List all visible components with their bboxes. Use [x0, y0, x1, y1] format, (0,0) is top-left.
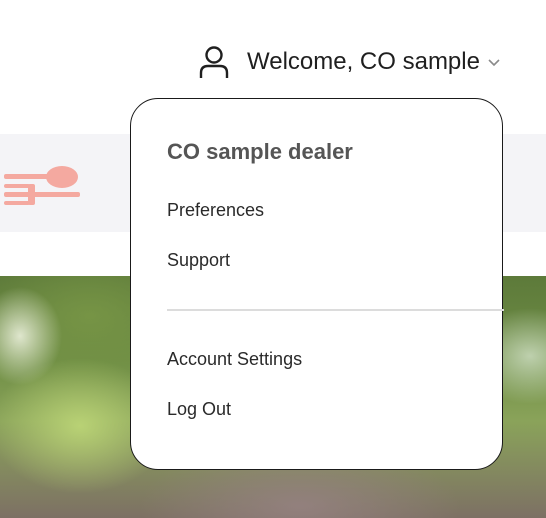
menu-divider [167, 309, 504, 311]
menu-item-support[interactable]: Support [167, 250, 230, 271]
chevron-down-icon[interactable] [486, 54, 502, 70]
user-icon [199, 46, 229, 78]
welcome-text: Welcome, CO sample [247, 48, 480, 75]
user-dropdown-menu: CO sample dealer Preferences Support Acc… [130, 98, 504, 470]
dealer-name: CO sample dealer [167, 139, 353, 164]
menu-item-log-out[interactable]: Log Out [167, 399, 231, 420]
menu-item-preferences[interactable]: Preferences [167, 200, 264, 221]
utensils-logo-icon[interactable] [4, 164, 84, 210]
user-menu-button[interactable]: Welcome, CO sample [198, 40, 500, 84]
menu-item-account-settings[interactable]: Account Settings [167, 349, 302, 370]
